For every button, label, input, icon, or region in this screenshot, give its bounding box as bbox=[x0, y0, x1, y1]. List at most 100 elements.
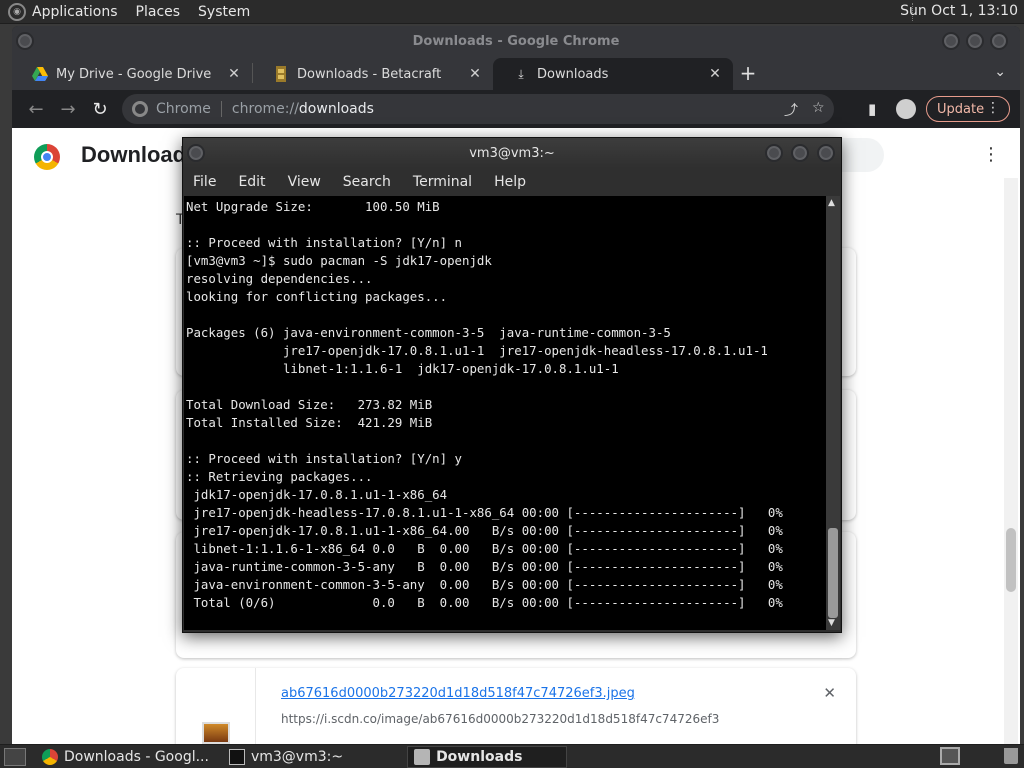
download-icon: ⤓ bbox=[518, 66, 524, 81]
thumbnail-column bbox=[176, 668, 256, 744]
tab-close-icon[interactable]: ✕ bbox=[467, 66, 483, 82]
terminal-minimize-button[interactable] bbox=[765, 144, 783, 162]
terminal-menu-file[interactable]: File bbox=[193, 174, 216, 190]
minimize-button[interactable] bbox=[942, 32, 960, 50]
scroll-up-arrow-icon[interactable]: ▲ bbox=[828, 198, 835, 208]
trash-icon[interactable] bbox=[1004, 748, 1018, 764]
terminal-scrollbar-thumb[interactable] bbox=[828, 528, 838, 618]
places-menu[interactable]: Places bbox=[136, 4, 181, 20]
chrome-logo-icon bbox=[34, 144, 60, 170]
terminal-line: :: Retrieving packages... bbox=[186, 469, 373, 484]
terminal-line: [vm3@vm3 ~]$ sudo pacman -S jdk17-openjd… bbox=[186, 253, 492, 268]
tab-google-drive[interactable]: My Drive - Google Drive ✕ bbox=[12, 58, 252, 90]
terminal-menu-terminal[interactable]: Terminal bbox=[413, 174, 472, 190]
google-drive-icon bbox=[32, 66, 48, 82]
side-panel-icon[interactable]: ▮ bbox=[868, 100, 876, 118]
terminal-line: Total (0/6) 0.0 B 0.00 B/s 00:00 [------… bbox=[186, 595, 783, 610]
reload-button[interactable]: ↻ bbox=[84, 99, 116, 120]
chrome-toolbar: ← → ↻ Chrome chrome:// downloads ⤴ ☆ ▮ U… bbox=[12, 90, 1020, 128]
chrome-menu-icon[interactable]: ⋮ bbox=[986, 100, 1000, 116]
terminal-maximize-button[interactable] bbox=[791, 144, 809, 162]
terminal-line: java-runtime-common-3-5-any B 0.00 B/s 0… bbox=[186, 559, 783, 574]
terminal-line: looking for conflicting packages... bbox=[186, 289, 448, 304]
url-host: downloads bbox=[298, 101, 374, 117]
terminal-line: Net Upgrade Size: 100.50 MiB bbox=[186, 199, 440, 214]
folder-icon bbox=[414, 748, 431, 765]
bottom-taskbar: Downloads - Googl... vm3@vm3:~ Downloads bbox=[0, 744, 1024, 768]
terminal-line: java-environment-common-3-5-any 0.00 B/s… bbox=[186, 577, 783, 592]
scroll-down-arrow-icon[interactable]: ▼ bbox=[828, 618, 835, 628]
bookmark-star-icon[interactable]: ☆ bbox=[812, 100, 825, 116]
omnibox-divider bbox=[220, 101, 222, 117]
page-title: Downloads bbox=[81, 142, 199, 167]
terminal-line: libnet-1:1.1.6-1 jdk17-openjdk-17.0.8.1.… bbox=[186, 361, 619, 376]
terminal-icon bbox=[228, 748, 245, 765]
download-card: ab67616d0000b273220d1d18d518f47c74726ef3… bbox=[176, 668, 856, 744]
maximize-button[interactable] bbox=[966, 32, 984, 50]
update-button[interactable]: Update ⋮ bbox=[926, 96, 1010, 122]
site-chip: Chrome bbox=[156, 101, 211, 117]
terminal-line: jdk17-openjdk-17.0.8.1.u1-1-x86_64 bbox=[186, 487, 448, 502]
taskbar-item-label: Downloads bbox=[436, 748, 523, 765]
clock[interactable]: Sun Oct 1, 13:10 bbox=[900, 3, 1018, 19]
taskbar-item-terminal[interactable]: vm3@vm3:~ bbox=[223, 746, 349, 768]
chrome-window-title: Downloads - Google Chrome bbox=[412, 33, 620, 49]
terminal-line: resolving dependencies... bbox=[186, 271, 373, 286]
taskbar-item-downloads[interactable]: Downloads bbox=[407, 745, 568, 768]
tab-label: Downloads bbox=[537, 66, 609, 82]
terminal-scrollbar[interactable]: ▲ ▼ bbox=[826, 196, 840, 630]
terminal-line: jre17-openjdk-headless-17.0.8.1.u1-1-x86… bbox=[186, 505, 783, 520]
system-menu[interactable]: System bbox=[198, 4, 250, 20]
terminal-menu-edit[interactable]: Edit bbox=[238, 174, 265, 190]
tab-close-icon[interactable]: ✕ bbox=[226, 66, 242, 82]
tab-strip: My Drive - Google Drive ✕ Downloads - Be… bbox=[12, 56, 1020, 90]
share-icon[interactable]: ⤴ bbox=[784, 100, 798, 120]
terminal-title: vm3@vm3:~ bbox=[469, 145, 555, 161]
close-button[interactable] bbox=[990, 32, 1008, 50]
back-button[interactable]: ← bbox=[20, 99, 52, 120]
taskbar-item-chrome[interactable]: Downloads - Googl... bbox=[36, 746, 215, 768]
terminal-line: :: Proceed with installation? [Y/n] n bbox=[186, 235, 463, 250]
terminal-line: jre17-openjdk-17.0.8.1.u1-1 jre17-openjd… bbox=[186, 343, 768, 358]
downloads-menu-icon[interactable]: ⋮ bbox=[982, 144, 1000, 165]
terminal-close-button[interactable] bbox=[817, 144, 835, 162]
forward-button[interactable]: → bbox=[52, 99, 84, 120]
terminal-screen[interactable]: Net Upgrade Size: 100.50 MiB :: Proceed … bbox=[184, 196, 826, 630]
terminal-line: Packages (6) java-environment-common-3-5… bbox=[186, 325, 671, 340]
tab-search-icon[interactable]: ⌄ bbox=[994, 64, 1006, 80]
tab-betacraft[interactable]: Downloads - Betacraft ✕ bbox=[253, 58, 493, 90]
terminal-titlebar[interactable]: vm3@vm3:~ bbox=[183, 138, 841, 168]
terminal-window: vm3@vm3:~ File Edit View Search Terminal… bbox=[182, 137, 842, 633]
terminal-menu-help[interactable]: Help bbox=[494, 174, 526, 190]
address-bar[interactable]: Chrome chrome:// downloads ⤴ ☆ bbox=[122, 94, 834, 124]
betacraft-icon bbox=[273, 66, 289, 82]
terminal-menu-view[interactable]: View bbox=[288, 174, 321, 190]
tab-label: Downloads - Betacraft bbox=[297, 66, 442, 82]
top-panel: ◉ Applications Places System Sun Oct 1, … bbox=[0, 0, 1024, 24]
url-scheme: chrome:// bbox=[231, 101, 299, 117]
terminal-menubar: File Edit View Search Terminal Help bbox=[183, 168, 841, 196]
terminal-menu-search[interactable]: Search bbox=[343, 174, 391, 190]
applications-menu[interactable]: Applications bbox=[32, 4, 118, 20]
download-filename-link[interactable]: ab67616d0000b273220d1d18d518f47c74726ef3… bbox=[281, 686, 635, 701]
page-scrollbar-thumb[interactable] bbox=[1006, 528, 1016, 592]
file-thumbnail bbox=[202, 722, 230, 744]
taskbar-item-label: Downloads - Googl... bbox=[64, 748, 209, 765]
new-tab-button[interactable]: + bbox=[733, 61, 763, 85]
page-scrollbar[interactable] bbox=[1004, 178, 1018, 744]
remove-download-icon[interactable]: ✕ bbox=[823, 684, 836, 702]
profile-avatar[interactable] bbox=[896, 99, 916, 119]
show-desktop-button[interactable] bbox=[4, 747, 26, 766]
window-menu-icon[interactable] bbox=[16, 32, 34, 50]
workspace-switcher[interactable] bbox=[940, 747, 960, 765]
update-label: Update bbox=[937, 101, 985, 117]
tab-close-icon[interactable]: ✕ bbox=[707, 66, 723, 82]
chrome-titlebar[interactable]: Downloads - Google Chrome bbox=[12, 26, 1020, 56]
tab-downloads[interactable]: ⤓ Downloads ✕ bbox=[493, 58, 733, 90]
mate-logo-icon[interactable]: ◉ bbox=[8, 2, 26, 21]
terminal-line: jre17-openjdk-17.0.8.1.u1-1-x86_64.00 B/… bbox=[186, 523, 783, 538]
terminal-window-menu-icon[interactable] bbox=[187, 144, 205, 162]
